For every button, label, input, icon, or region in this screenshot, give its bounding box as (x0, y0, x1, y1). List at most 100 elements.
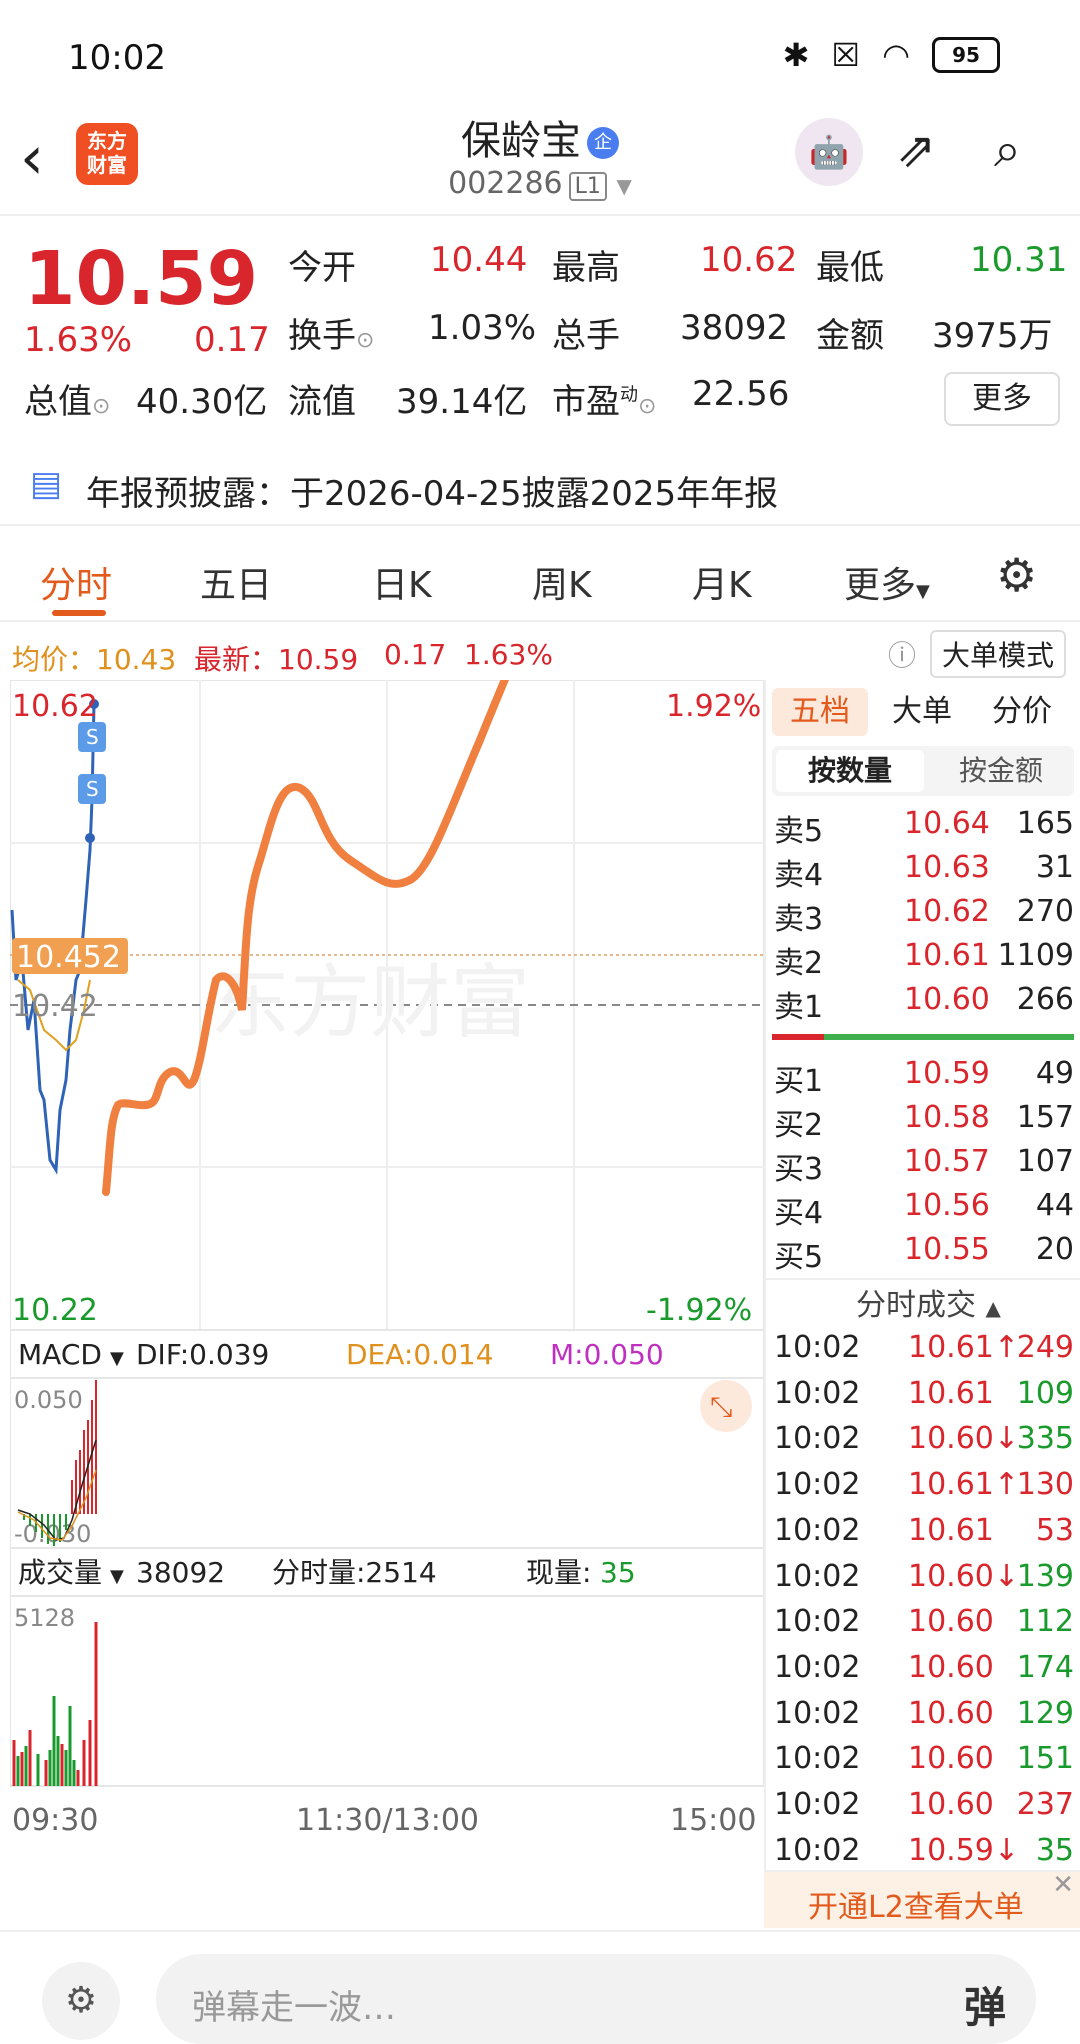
volume-label: 总手 (552, 316, 620, 356)
bid-row[interactable]: 买3 10.57 107 (774, 1142, 1074, 1187)
info-icon: ⊙ (356, 328, 375, 353)
help-icon[interactable]: ⓘ (888, 634, 916, 674)
bid-row[interactable]: 买2 10.58 157 (774, 1098, 1074, 1143)
bottom-pct-label: -1.92% (646, 1293, 752, 1328)
volume-now: 35 (600, 1556, 636, 1589)
ai-assistant-icon[interactable]: 🤖 (795, 118, 863, 186)
order-book-panel: 五档 大单 分价 按数量 按金额 卖5 10.64 165 卖4 10.63 31 卖3… (764, 680, 1080, 1875)
document-icon: ▤ (30, 464, 63, 504)
intraday-chart[interactable]: 东方财富 S S 10.62 1.92% 10.22 -1.92% 10.452… (10, 680, 764, 1875)
pe-label[interactable]: 市盈动⊙ (552, 374, 656, 423)
status-icons: ✱ ☒ ◠ 95 (783, 36, 1000, 74)
tick-row: 10:02 10.60 174 (774, 1648, 1074, 1692)
current-price: 10.59 (24, 236, 259, 322)
ask-row[interactable]: 卖3 10.62 270 (774, 892, 1074, 937)
volume-now-label: 现量: (526, 1556, 591, 1589)
tab-intraday[interactable]: 分时 (40, 556, 112, 608)
tick-price: 10.60 (908, 1787, 994, 1822)
annual-report-notice[interactable]: ▤ 年报预披露：于2026-04-25披露2025年年报 (0, 454, 1080, 526)
macd-selector[interactable]: MACD (18, 1338, 102, 1371)
tick-time: 10:02 (774, 1512, 861, 1548)
tab-by-quantity[interactable]: 按数量 (776, 750, 924, 792)
ticks-title[interactable]: 分时成交 ▲ (856, 1280, 1001, 1324)
ask-row[interactable]: 卖5 10.64 165 (774, 804, 1074, 849)
change-amount: 0.17 (194, 320, 270, 360)
volume-selector[interactable]: 成交量 (18, 1556, 102, 1589)
battery-icon: 95 (932, 37, 1000, 73)
bid-row[interactable]: 买1 10.59 49 (774, 1054, 1074, 1099)
ask-row[interactable]: 卖2 10.61 1109 (774, 936, 1074, 981)
tick-volume: 174 (1016, 1649, 1074, 1685)
tab-monthly-k[interactable]: 月K (692, 556, 752, 608)
tick-price: 10.61 (908, 1375, 994, 1411)
bottom-price-label: 10.22 (12, 1293, 98, 1328)
danmu-toggle-button[interactable]: 弹 (964, 1974, 1006, 2035)
wifi-icon: ◠ (882, 36, 910, 74)
macd-frame (10, 1377, 764, 1549)
l2-promo-banner[interactable]: 开通L2查看大单 ✕ (764, 1870, 1080, 1928)
tick-volume: 109 (1016, 1375, 1074, 1411)
tab-weekly-k[interactable]: 周K (532, 556, 592, 608)
tick-row: 10:02 10.60↓ 335 (774, 1419, 1074, 1463)
chart-info-bar: 均价：10.43 最新：10.59 0.17 1.63% ⓘ 大单模式 (0, 624, 1080, 680)
big-order-mode-button[interactable]: 大单模式 (930, 630, 1067, 678)
tab-more[interactable]: 更多▼ (844, 556, 930, 608)
price-point (85, 833, 95, 843)
turnover-value: 1.03% (428, 308, 537, 348)
turnover-label[interactable]: 换手⊙ (288, 308, 374, 357)
tab-by-amount[interactable]: 按金额 (932, 750, 1070, 792)
tab-daily-k[interactable]: 日K (372, 556, 432, 608)
buy-sell-ratio-green (824, 1034, 1074, 1040)
tick-time: 10:02 (774, 1330, 861, 1365)
volume-total: 38092 (136, 1556, 225, 1589)
tab-big-orders[interactable]: 大单 (892, 688, 952, 736)
volume-minute: 分时量:2514 (272, 1556, 437, 1589)
tick-price: 10.61↑ (908, 1467, 1020, 1503)
bid-row[interactable]: 买4 10.56 44 (774, 1186, 1074, 1231)
tab-level5[interactable]: 五档 (772, 688, 868, 736)
danmu-settings-icon[interactable]: ⚙ (42, 1962, 120, 2040)
clock: 10:02 (68, 38, 166, 78)
tick-row: 10:02 10.59↓ 35 (774, 1831, 1074, 1875)
price-line (10, 703, 96, 1175)
enterprise-badge-icon: 企 (587, 127, 619, 159)
tick-time: 10:02 (774, 1375, 861, 1411)
chevron-down-icon: ▼ (916, 581, 930, 602)
top-pct-label: 1.92% (666, 689, 761, 724)
time-end: 15:00 (670, 1803, 756, 1838)
stock-code: 002286 (448, 166, 563, 201)
mktcap-label[interactable]: 总值⊙ (24, 374, 110, 423)
macd-top-label: 0.050 (14, 1386, 83, 1414)
open-value: 10.44 (430, 240, 528, 280)
chevron-down-icon: ▼ (616, 174, 632, 198)
macd-bottom-label: -0.030 (14, 1520, 91, 1548)
latest-pct: 1.63% (464, 638, 553, 671)
tick-time: 10:02 (774, 1604, 861, 1640)
close-icon[interactable]: ✕ (1052, 1870, 1074, 1900)
share-icon[interactable]: ⇗ (896, 122, 936, 178)
tick-volume: 237 (1016, 1787, 1074, 1822)
settings-icon[interactable]: ⚙ (996, 548, 1037, 602)
tick-row: 10:02 10.60 151 (774, 1739, 1074, 1783)
expand-icon-glyph: ⤡ (710, 1390, 732, 1423)
tab-price-dist[interactable]: 分价 (992, 688, 1052, 736)
stock-header: ‹ 东方 财富 保龄宝企 002286 L1 ▼ 🤖 ⇗ ⌕ (0, 118, 1080, 216)
tab-five-day[interactable]: 五日 (200, 556, 272, 608)
ask-row[interactable]: 卖1 10.60 266 (774, 980, 1074, 1025)
status-bar: 10:02 ✱ ☒ ◠ 95 (0, 0, 1080, 118)
tick-price: 10.60 (908, 1604, 994, 1640)
tick-volume: 112 (1016, 1604, 1074, 1640)
amount-value: 3975万 (932, 316, 1053, 356)
change-percent: 1.63% (24, 320, 133, 360)
ask-row[interactable]: 卖4 10.63 31 (774, 848, 1074, 893)
float-label: 流值 (288, 382, 356, 422)
tick-time: 10:02 (774, 1832, 861, 1868)
tick-time: 10:02 (774, 1695, 861, 1731)
more-button[interactable]: 更多 (944, 372, 1060, 426)
danmu-input[interactable]: 弹幕走一波… 弹 (156, 1954, 1036, 2044)
tick-row: 10:02 10.60 112 (774, 1602, 1074, 1646)
tick-row: 10:02 10.61 53 (774, 1511, 1074, 1555)
bid-row[interactable]: 买5 10.55 20 (774, 1230, 1074, 1275)
bluetooth-icon: ✱ (782, 36, 810, 74)
search-icon[interactable]: ⌕ (994, 122, 1021, 179)
